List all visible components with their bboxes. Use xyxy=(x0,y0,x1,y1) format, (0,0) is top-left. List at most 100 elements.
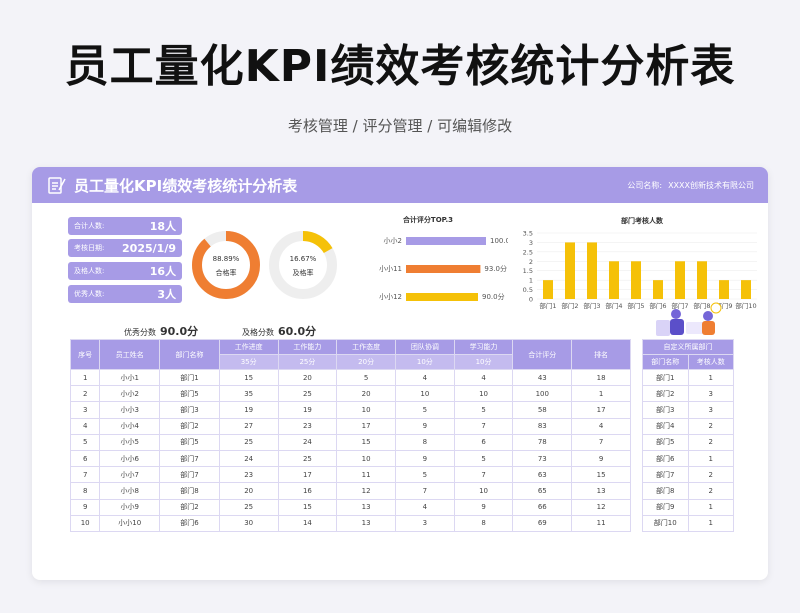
table-cell: 24 xyxy=(277,433,338,451)
bar xyxy=(406,265,481,273)
kpi-total-count: 合计人数: 18人 xyxy=(68,217,182,235)
table-cell: 8 xyxy=(69,482,101,500)
table-row: 2 小小2 部门5 35 25 20 10 10 100 1 xyxy=(69,385,631,403)
table-cell: 13 xyxy=(336,514,396,532)
table-cell: 5 xyxy=(394,401,455,419)
table-cell: 部门2 xyxy=(642,385,689,403)
donut-label: 合格率 xyxy=(216,268,237,277)
kpi-label: 考核日期: xyxy=(74,244,105,252)
table-cell: 部门2 xyxy=(159,417,220,435)
table-cell: 部门2 xyxy=(159,498,220,516)
table-cell: 7 xyxy=(394,482,455,500)
dept-count-chart: 部门考核人数 0 0.51 1.52 2.533.5 部门1 部门2 部门3 部门4 部门5 部门… xyxy=(523,216,757,310)
table-cell: 15 xyxy=(571,466,631,484)
col-ability: 工作能力 xyxy=(277,339,338,355)
table-cell: 1 xyxy=(69,368,101,387)
bar-category-label: 小小12 xyxy=(379,292,402,301)
table-cell: 7 xyxy=(69,466,101,484)
page-title: 员工量化KPI绩效考核统计分析表 xyxy=(64,41,736,92)
table-cell: 10 xyxy=(69,514,101,532)
table-row: 部门10 1 xyxy=(642,514,735,532)
table-cell: 25 xyxy=(218,498,279,516)
table-cell: 5 xyxy=(453,401,514,419)
table-cell: 部门6 xyxy=(159,514,220,532)
table-cell: 23 xyxy=(218,466,279,484)
table-row: 8 小小8 部门8 20 16 12 7 10 65 13 xyxy=(69,482,631,500)
table-cell: 11 xyxy=(571,514,631,532)
table-cell: 2 xyxy=(687,466,735,484)
donut-arc xyxy=(192,231,260,299)
bar xyxy=(653,280,663,299)
table-cell: 部门6 xyxy=(642,449,689,468)
table-cell: 17 xyxy=(336,417,396,435)
y-tick-label: 3 xyxy=(529,239,533,247)
col-teamwork: 团队协调 xyxy=(394,339,455,355)
dashboard-title: 员工量化KPI绩效考核统计分析表 xyxy=(74,176,298,195)
table-cell: 18 xyxy=(571,368,631,387)
table-row: 9 小小9 部门2 25 15 13 4 9 66 12 xyxy=(69,498,631,516)
donut-percent: 88.89% xyxy=(213,255,240,263)
table-cell: 25 xyxy=(277,385,338,403)
qualified-rate-donut: 88.89% 合格率 xyxy=(192,231,260,299)
bar xyxy=(741,280,751,299)
top3-score-chart: 合计评分TOP.3 小小2100.0分小小1193.0分小小1290.0分 xyxy=(379,215,508,301)
table-cell: 部门3 xyxy=(642,401,689,419)
table-cell: 5 xyxy=(453,449,514,468)
table-cell: 小小4 xyxy=(99,417,161,435)
table-cell: 20 xyxy=(218,482,279,500)
y-tick-label: 0.5 xyxy=(523,286,533,294)
dept-table: 自定义所属部门 部门名称 考核人数 部门1 1 部门2 3 部门3 3 部门4 2 部门5 2 部门… xyxy=(642,339,735,532)
table-cell: 1 xyxy=(687,514,735,532)
pass-rate-donut: 16.67% 及格率 xyxy=(269,231,337,299)
pass-value: 60.0分 xyxy=(278,325,317,338)
table-cell: 1 xyxy=(687,498,735,516)
weight-ability: 25分 xyxy=(277,354,338,370)
table-cell: 部门5 xyxy=(159,385,220,403)
col-dept-count: 考核人数 xyxy=(687,354,735,370)
donut-percent: 16.67% xyxy=(290,255,317,263)
table-row: 5 小小5 部门5 25 24 15 8 6 78 7 xyxy=(69,433,631,451)
table-cell: 12 xyxy=(571,498,631,516)
table-row: 3 小小3 部门3 19 19 10 5 5 58 17 xyxy=(69,401,631,419)
col-rank: 排名 xyxy=(571,339,631,370)
table-cell: 部门10 xyxy=(642,514,689,532)
table-row: 部门9 1 xyxy=(642,498,735,516)
x-tick-label: 部门1 xyxy=(539,301,556,310)
table-cell: 3 xyxy=(687,401,735,419)
table-cell: 17 xyxy=(571,401,631,419)
table-row: 部门1 1 xyxy=(642,368,735,387)
excellent-score: 优秀分数 90.0分 xyxy=(124,323,198,339)
company-info: 公司名称: XXXX创新技术有限公司 xyxy=(621,180,754,191)
table-cell: 2 xyxy=(687,417,735,435)
table-cell: 部门8 xyxy=(642,482,689,500)
y-tick-label: 1 xyxy=(529,277,533,285)
bar xyxy=(543,280,553,299)
table-cell: 9 xyxy=(69,498,101,516)
table-cell: 部门7 xyxy=(159,449,220,468)
table-row: 部门7 2 xyxy=(642,466,735,484)
table-cell: 83 xyxy=(512,417,573,435)
table-cell: 15 xyxy=(336,433,396,451)
x-tick-label: 部门2 xyxy=(561,301,578,310)
kpi-pass-count: 及格人数: 16人 xyxy=(68,262,182,280)
donut-label: 及格率 xyxy=(293,268,314,277)
col-index: 序号 xyxy=(69,339,101,370)
table-cell: 20 xyxy=(277,368,338,387)
table-cell: 2 xyxy=(69,385,101,403)
table-cell: 部门5 xyxy=(159,433,220,451)
chart-title: 合计评分TOP.3 xyxy=(402,215,453,224)
bar xyxy=(406,237,486,245)
bar xyxy=(719,280,729,299)
col-employee: 员工姓名 xyxy=(99,339,161,370)
table-cell: 100 xyxy=(512,385,573,403)
col-dept: 部门名称 xyxy=(159,339,220,370)
table-cell: 9 xyxy=(394,449,455,468)
kpi-value: 3人 xyxy=(157,288,176,301)
table-cell: 5 xyxy=(69,433,101,451)
table-cell: 10 xyxy=(336,401,396,419)
table-cell: 58 xyxy=(512,401,573,419)
x-tick-label: 部门3 xyxy=(583,301,600,310)
table-row: 1 小小1 部门1 15 20 5 4 4 43 18 xyxy=(69,368,631,387)
table-row: 6 小小6 部门7 24 25 10 9 5 73 9 xyxy=(69,449,631,468)
col-learning: 学习能力 xyxy=(453,339,514,355)
